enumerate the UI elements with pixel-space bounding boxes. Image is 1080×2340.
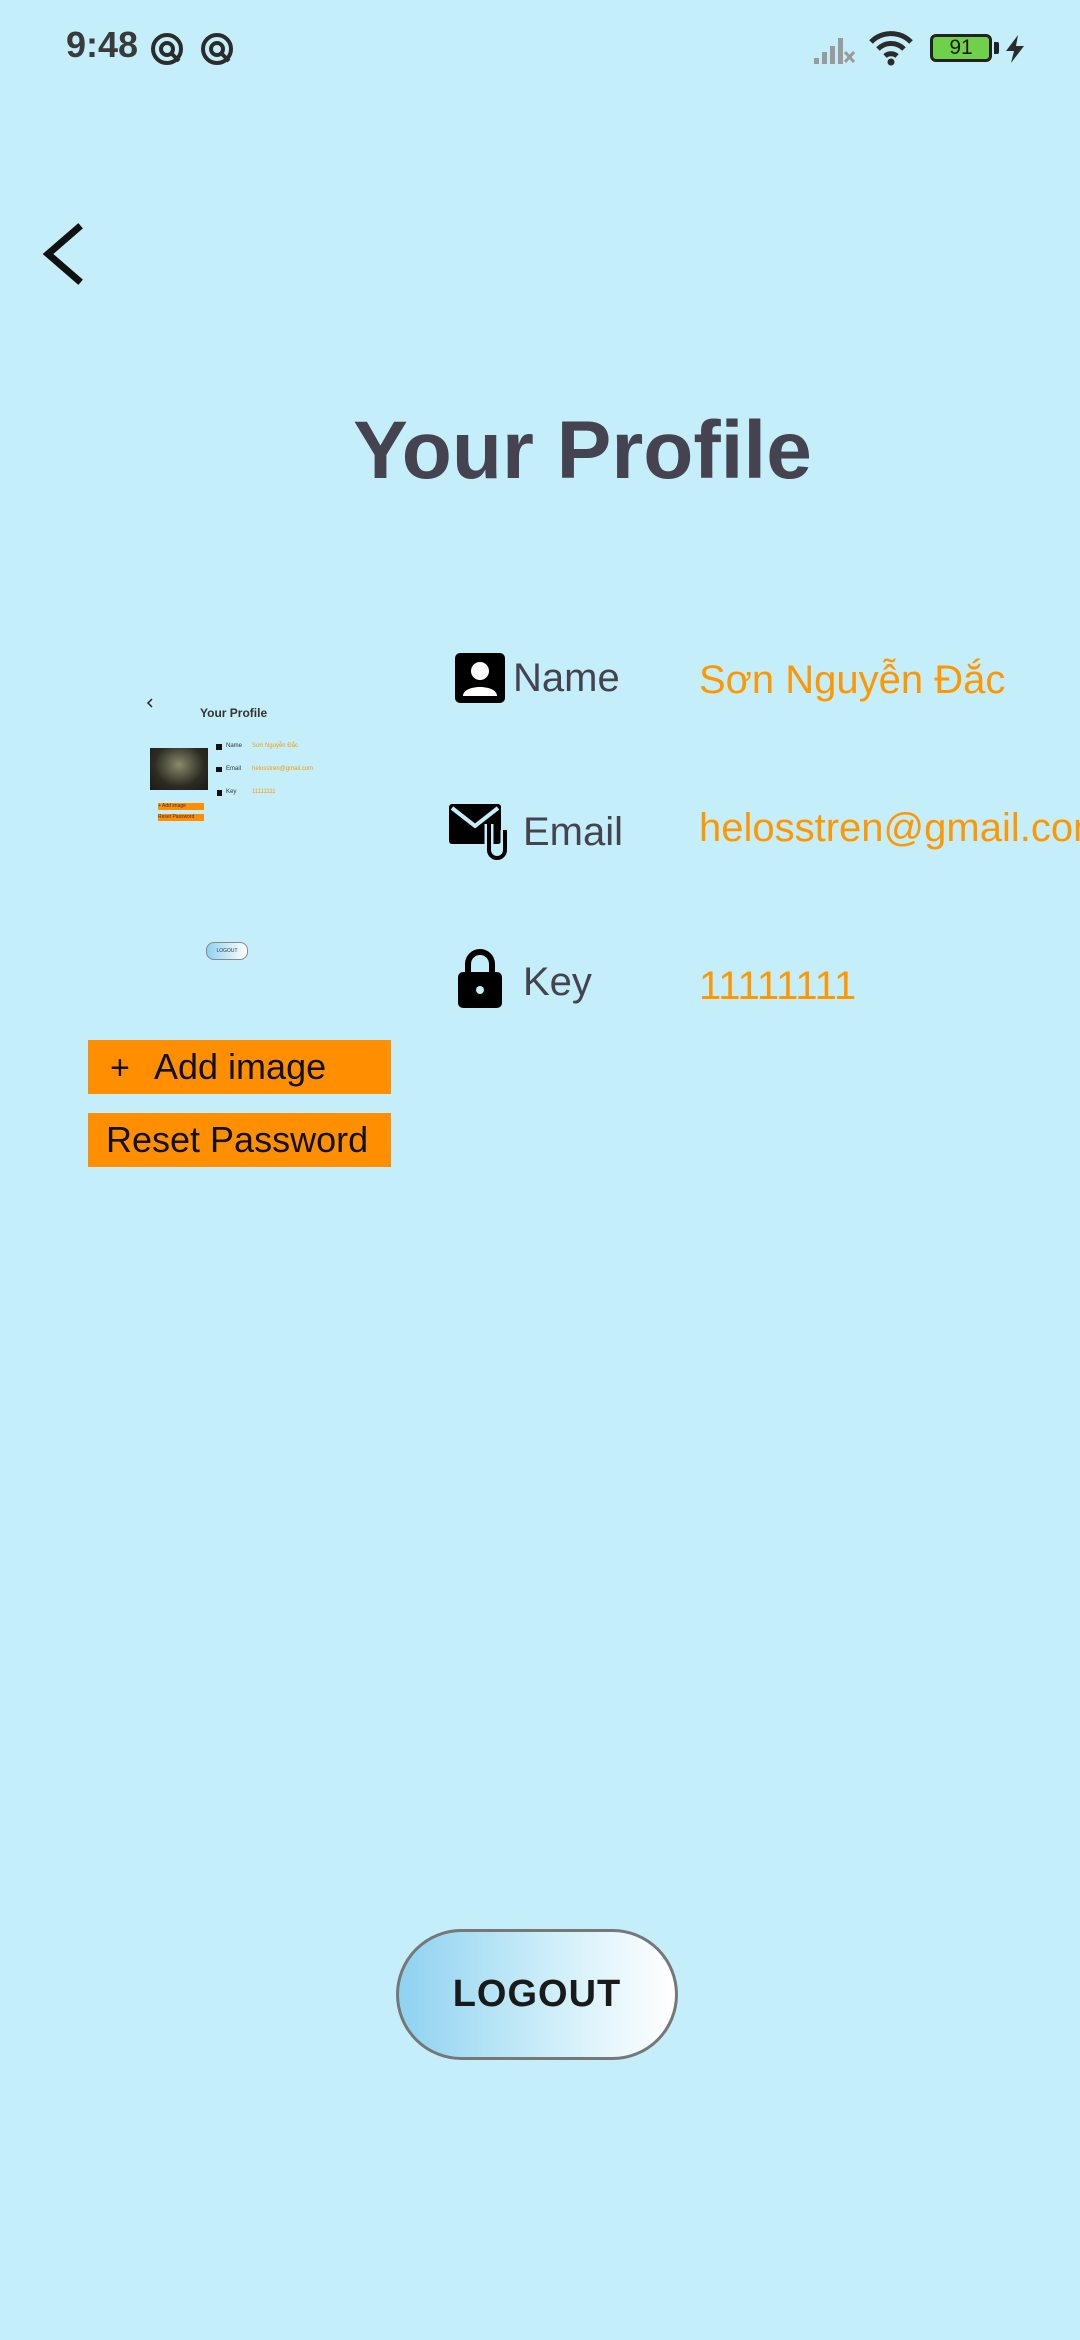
thumb-add-image: + Add image — [158, 803, 204, 810]
thumb-label-key: Key — [226, 789, 237, 795]
thumb-logout: LOGOUT — [206, 942, 248, 960]
name-value: Sơn Nguyễn Đắc — [699, 658, 1006, 702]
status-time: 9:48 — [66, 24, 139, 65]
thumb-title: Your Profile — [200, 706, 268, 720]
reset-password-label: Reset Password — [106, 1119, 369, 1160]
profile-image-thumbnail[interactable]: Your Profile Name Sơn Nguyễn Đắc Email h… — [140, 640, 320, 960]
signal-icon — [814, 38, 856, 64]
notification-icon — [151, 33, 183, 65]
thumb-reset-password: Reset Password — [158, 814, 204, 821]
thumb-photo — [150, 748, 208, 790]
mail-attachment-icon — [449, 804, 510, 860]
battery-tip — [994, 42, 999, 54]
key-label: Key — [523, 960, 592, 1004]
battery-level: 91 — [949, 36, 973, 59]
thumb-label-email: Email — [226, 766, 242, 772]
thumb-user-icon — [216, 744, 222, 750]
thumb-value-email: helosstren@gmail.com — [252, 766, 314, 772]
charging-icon — [1006, 35, 1024, 63]
add-image-button[interactable]: + Add image — [88, 1040, 391, 1094]
thumb-value-name: Sơn Nguyễn Đắc — [252, 743, 298, 749]
email-value: helosstren@gmail.com — [699, 806, 1080, 850]
add-image-label: Add image — [154, 1046, 327, 1087]
notification-icon — [201, 33, 233, 65]
thumb-label-name: Name — [226, 743, 243, 749]
user-icon — [455, 653, 505, 703]
email-label: Email — [523, 810, 624, 854]
thumb-mail-icon — [216, 767, 222, 772]
back-button[interactable] — [38, 222, 88, 286]
thumb-back-icon — [146, 698, 153, 708]
wifi-icon — [869, 31, 913, 66]
plus-icon: + — [110, 1049, 130, 1087]
page-title: Your Profile — [353, 405, 812, 496]
lock-icon — [458, 949, 502, 1008]
name-label: Name — [513, 656, 620, 700]
logout-button[interactable]: LOGOUT — [396, 1929, 678, 2060]
thumb-lock-icon — [217, 790, 222, 796]
thumb-value-key: 11111111 — [252, 789, 276, 795]
reset-password-button[interactable]: Reset Password — [88, 1113, 391, 1167]
key-value: 11111111 — [699, 964, 857, 1008]
